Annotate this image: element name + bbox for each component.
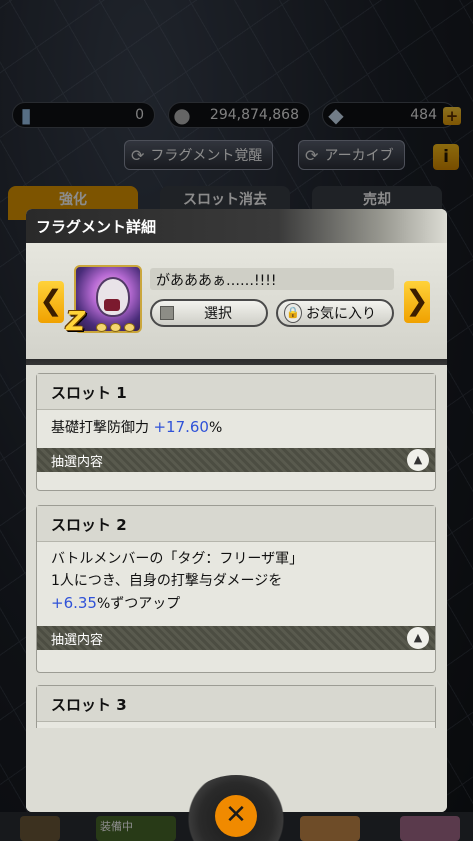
lock-icon: 🔒 (284, 303, 302, 323)
slot-title: スロット 3 (37, 686, 435, 722)
slot-title: スロット 2 (37, 506, 435, 542)
character-name: があああぁ……!!!! (150, 268, 394, 290)
favorite-button[interactable]: 🔒 お気に入り (276, 299, 394, 327)
slot-title: スロット 1 (37, 374, 435, 410)
lottery-label: 抽選内容 (51, 633, 104, 648)
lottery-label: 抽選内容 (51, 455, 104, 470)
slot-list[interactable]: スロット 1 基礎打撃防御力 +17.60% 抽選内容 ▲ スロット 2 バトル… (26, 365, 447, 728)
checkbox-icon (160, 306, 174, 320)
slot-card: スロット 2 バトルメンバーの「タグ：フリーザ軍」 1人につき、自身の打撃与ダメ… (36, 505, 436, 673)
slot-effect: バトルメンバーの「タグ：フリーザ軍」 1人につき、自身の打撃与ダメージを +6.… (37, 542, 435, 615)
slot-effect-line: バトルメンバーの「タグ：フリーザ軍」 (51, 551, 304, 567)
select-label: 選択 (204, 306, 232, 322)
slot-effect-value: +6.35 (51, 594, 97, 612)
slot-effect-unit: %ずつアップ (96, 596, 181, 612)
slot-effect: 基礎打撃防御力 +17.60% (37, 410, 435, 439)
slot-effect-value: +17.60 (153, 418, 209, 436)
fragment-detail-modal: フラグメント詳細 ❮ ❯ Z があああぁ……!!!! 選択 🔒 お気に入り スロ… (26, 209, 447, 841)
z-rank-dots (96, 323, 135, 332)
favorite-label: お気に入り (306, 306, 376, 322)
slot-effect-text: 基礎打撃防御力 (51, 420, 154, 436)
lottery-content-toggle[interactable]: 抽選内容 ▲ (37, 626, 435, 650)
modal-title: フラグメント詳細 (26, 209, 447, 243)
slot-effect-line: 1人につき、自身の打撃与ダメージを (51, 573, 283, 589)
lottery-content-toggle[interactable]: 抽選内容 ▲ (37, 448, 435, 472)
character-mouth (104, 299, 120, 311)
close-icon: ✕ (215, 795, 257, 837)
select-button[interactable]: 選択 (150, 299, 268, 327)
slot-card: スロット 1 基礎打撃防御力 +17.60% 抽選内容 ▲ (36, 373, 436, 491)
next-arrow-button[interactable]: ❯ (404, 281, 430, 323)
collapse-up-icon[interactable]: ▲ (407, 449, 429, 471)
slot-card: スロット 3 (36, 685, 436, 728)
collapse-up-icon[interactable]: ▲ (407, 627, 429, 649)
slot-effect-unit: % (208, 420, 223, 436)
close-button[interactable]: ✕ (186, 775, 286, 841)
prev-arrow-button[interactable]: ❮ (38, 281, 64, 323)
